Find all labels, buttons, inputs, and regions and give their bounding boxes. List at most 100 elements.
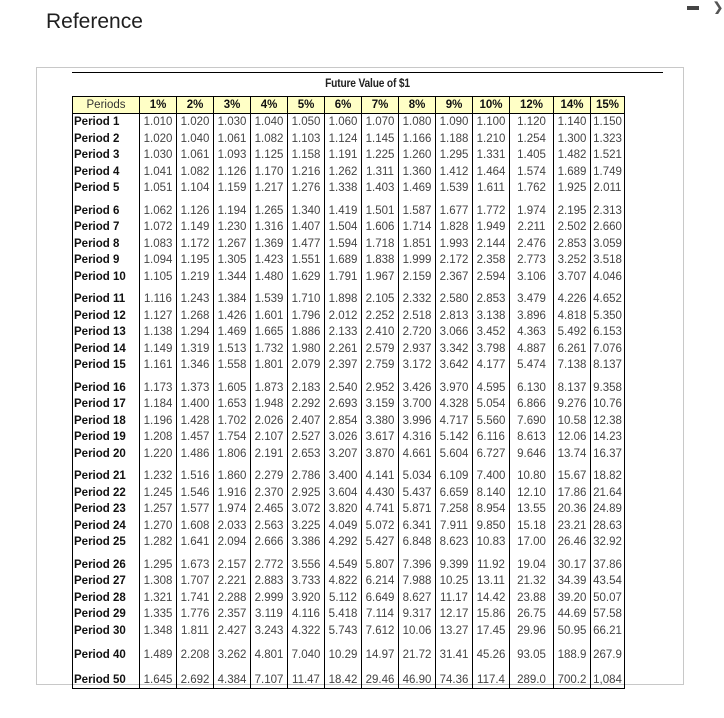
- factor-cell: 7.114: [361, 606, 399, 623]
- period-label: Period 3: [72, 147, 140, 164]
- factor-cell: 1.594: [324, 235, 362, 252]
- factor-cell: 117.4: [472, 663, 510, 689]
- factor-cell: 1.321: [139, 589, 177, 606]
- table-row: Period 28 1.321 1.741 2.288 2.999 3.920 5.112 6…: [72, 589, 625, 606]
- factor-cell: 3.820: [324, 501, 362, 518]
- factor-cell: 1.513: [213, 340, 251, 357]
- factor-cell: 28.63: [590, 517, 625, 534]
- factor-cell: 1.260: [398, 147, 436, 164]
- factor-cell: 8.954: [472, 501, 510, 518]
- factor-cell: 267.9: [590, 639, 625, 664]
- factor-cell: 2.883: [250, 573, 288, 590]
- factor-cell: 1.702: [213, 412, 251, 429]
- table-row: Period 16 1.173 1.373 1.605 1.873 2.183 2.540 2…: [72, 373, 625, 396]
- factor-cell: 2.759: [361, 357, 399, 374]
- factor-cell: 2.853: [553, 235, 591, 252]
- close-button[interactable]: ❯: [712, 0, 724, 14]
- factor-cell: 1.082: [176, 163, 214, 180]
- factor-cell: 12.06: [553, 429, 591, 446]
- factor-cell: 12.10: [509, 484, 554, 501]
- factor-cell: 1.967: [361, 268, 399, 285]
- factor-cell: 4.116: [287, 606, 325, 623]
- factor-cell: 17.00: [509, 534, 554, 551]
- factor-cell: 4.226: [553, 285, 591, 308]
- close-icon: ❯: [712, 0, 724, 14]
- factor-cell: 10.06: [398, 622, 436, 639]
- factor-cell: 7.107: [250, 663, 288, 689]
- factor-cell: 16.37: [590, 445, 625, 462]
- factor-cell: 26.75: [509, 606, 554, 623]
- factor-cell: 1.149: [176, 219, 214, 236]
- header-rate: 4%: [250, 96, 288, 114]
- factor-cell: 3.172: [398, 357, 436, 374]
- factor-cell: 4.328: [435, 396, 473, 413]
- factor-cell: 1.331: [472, 147, 510, 164]
- table-row: Period 50 1.645 2.692 4.384 7.107 11.47 18.42 2…: [72, 663, 625, 689]
- factor-cell: 2.332: [398, 285, 436, 308]
- table-top-rule: [72, 72, 663, 73]
- factor-cell: 1.158: [287, 147, 325, 164]
- factor-cell: 2.133: [324, 324, 362, 341]
- factor-cell: 1.993: [435, 235, 473, 252]
- factor-cell: 2.407: [287, 412, 325, 429]
- factor-cell: 23.88: [509, 589, 554, 606]
- factor-cell: 32.92: [590, 534, 625, 551]
- factor-cell: 6.116: [472, 429, 510, 446]
- factor-cell: 2.854: [324, 412, 362, 429]
- factor-cell: 2.502: [553, 219, 591, 236]
- table-row: Period 3 1.030 1.061 1.093 1.125 1.158 1.191 1.…: [72, 147, 625, 164]
- factor-cell: 1.999: [398, 252, 436, 269]
- factor-cell: 15.18: [509, 517, 554, 534]
- factor-cell: 2.107: [250, 429, 288, 446]
- factor-cell: 1.083: [139, 235, 177, 252]
- factor-cell: 8.627: [398, 589, 436, 606]
- factor-cell: 3.262: [213, 639, 251, 664]
- factor-cell: 3.119: [250, 606, 288, 623]
- factor-cell: 1.124: [324, 130, 362, 147]
- factor-cell: 1.806: [213, 445, 251, 462]
- factor-cell: 1.217: [250, 180, 288, 197]
- factor-cell: 1.360: [398, 163, 436, 180]
- factor-cell: 3.518: [590, 252, 625, 269]
- factor-cell: 8.623: [435, 534, 473, 551]
- factor-cell: 5.427: [361, 534, 399, 551]
- factor-cell: 1.796: [287, 307, 325, 324]
- factor-cell: 21.72: [398, 639, 436, 664]
- factor-cell: 1.707: [176, 573, 214, 590]
- factor-cell: 1.268: [176, 307, 214, 324]
- header-rate: 14%: [553, 96, 591, 114]
- factor-cell: 1.103: [287, 130, 325, 147]
- factor-cell: 5.142: [435, 429, 473, 446]
- factor-cell: 2.313: [590, 196, 625, 219]
- factor-cell: 17.45: [472, 622, 510, 639]
- factor-cell: 39.20: [553, 589, 591, 606]
- factor-cell: 2.367: [435, 268, 473, 285]
- table-row: Period 19 1.208 1.457 1.754 2.107 2.527 3.026 3…: [72, 429, 625, 446]
- factor-cell: 1.811: [176, 622, 214, 639]
- factor-cell: 2.937: [398, 340, 436, 357]
- factor-cell: 29.96: [509, 622, 554, 639]
- header-rate: 12%: [509, 96, 554, 114]
- factor-cell: 8.137: [590, 357, 625, 374]
- factor-cell: 1.916: [213, 484, 251, 501]
- period-label: Period 18: [72, 412, 140, 429]
- factor-cell: 5.112: [324, 589, 362, 606]
- table-row: Period 26 1.295 1.673 2.157 2.772 3.556 4.549 5…: [72, 550, 625, 573]
- factor-cell: 43.54: [590, 573, 625, 590]
- factor-cell: 1.489: [139, 639, 177, 664]
- factor-cell: 10.25: [435, 573, 473, 590]
- factor-cell: 1.150: [590, 113, 625, 131]
- factor-cell: 1.295: [435, 147, 473, 164]
- factor-cell: 7.138: [553, 357, 591, 374]
- minimize-button[interactable]: [687, 5, 699, 11]
- factor-cell: 1.194: [213, 196, 251, 219]
- factor-cell: 1.040: [176, 130, 214, 147]
- factor-cell: 1.140: [553, 113, 591, 131]
- period-label: Period 12: [72, 307, 140, 324]
- factor-cell: 2.292: [287, 396, 325, 413]
- factor-cell: 2.144: [472, 235, 510, 252]
- table-row: Period 40 1.489 2.208 3.262 4.801 7.040 10.29 1…: [72, 639, 625, 664]
- factor-cell: 1.340: [287, 196, 325, 219]
- factor-cell: 4.177: [472, 357, 510, 374]
- factor-cell: 1.469: [213, 324, 251, 341]
